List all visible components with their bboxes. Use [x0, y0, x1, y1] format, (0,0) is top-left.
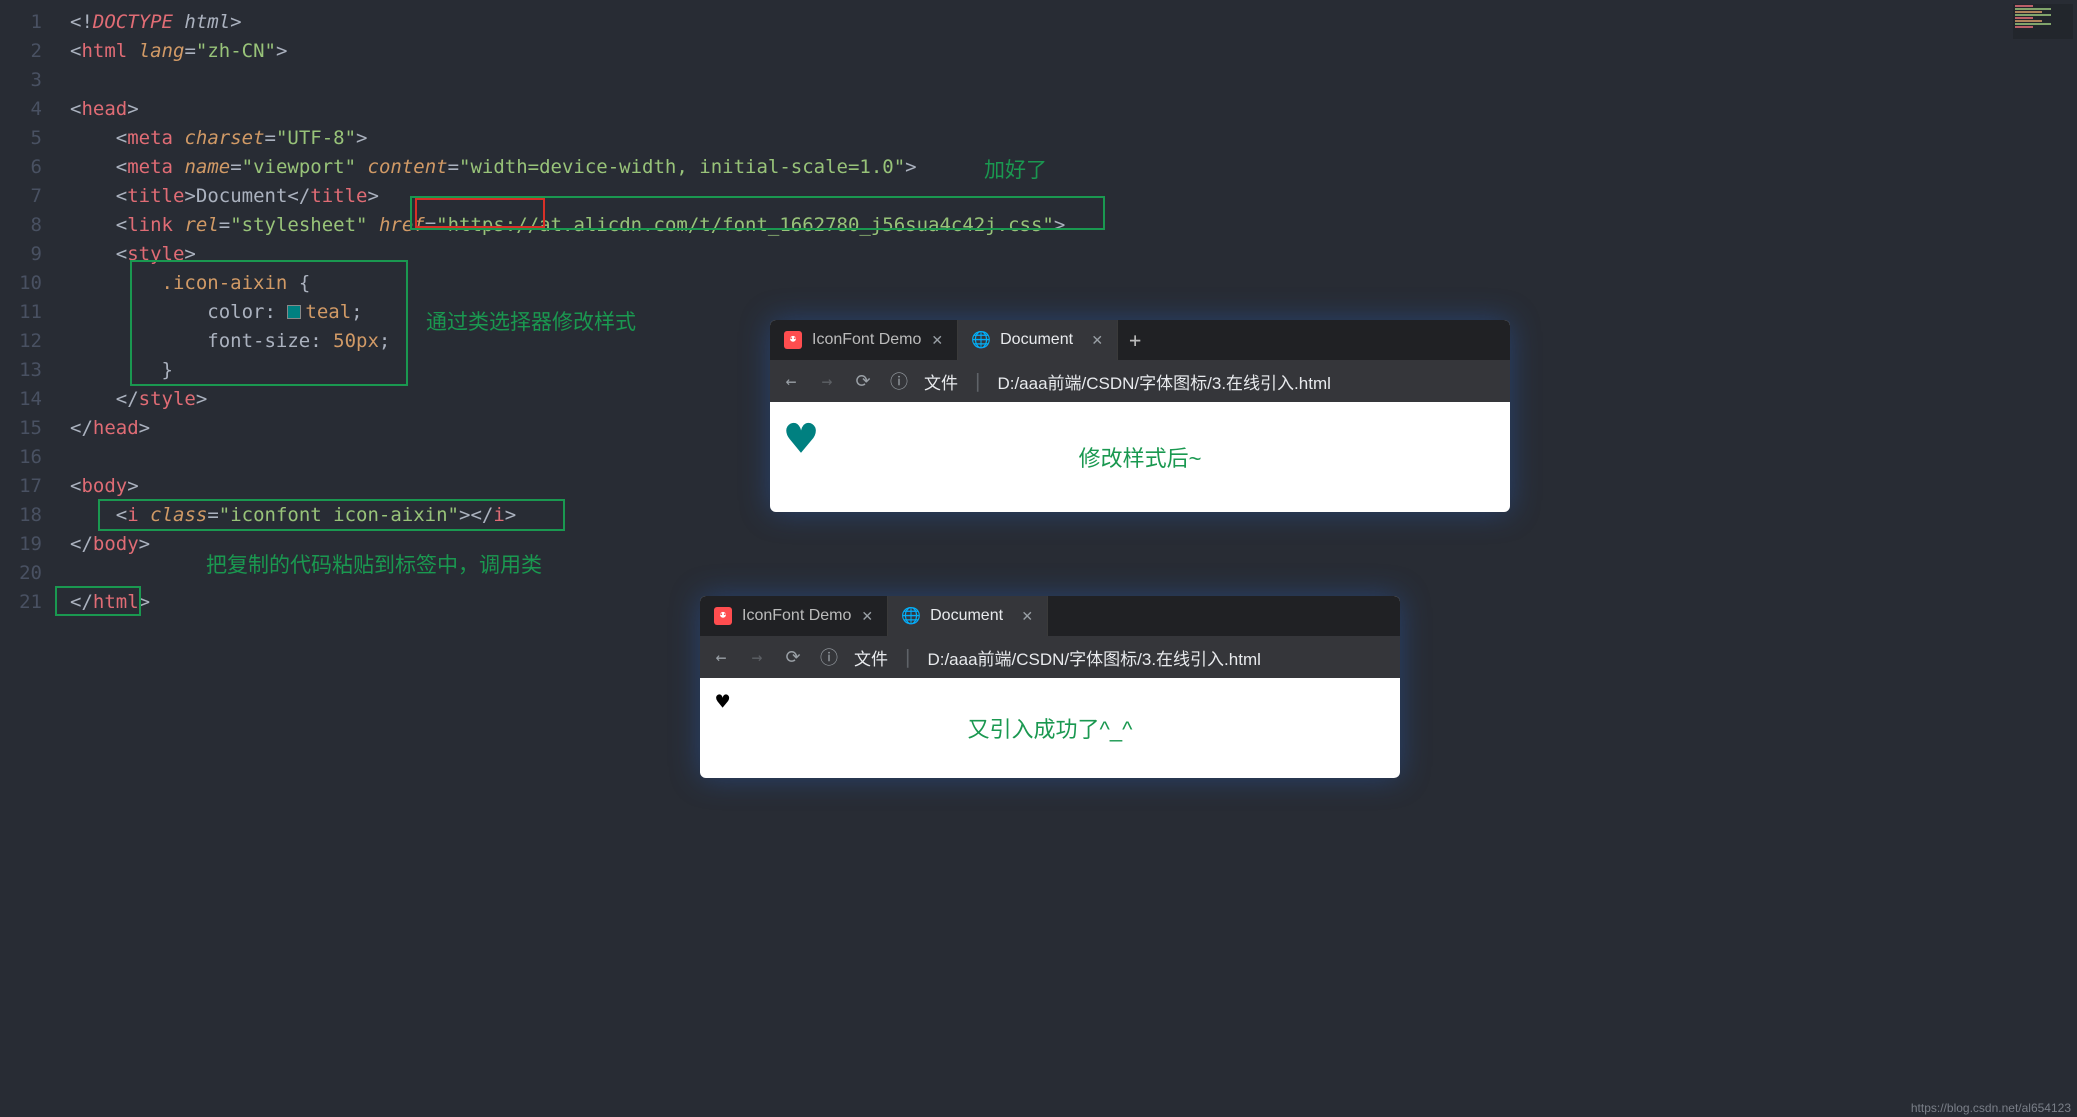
- code-area[interactable]: <!DOCTYPE html> <html lang="zh-CN"> <hea…: [60, 0, 2077, 1117]
- close-icon[interactable]: ✕: [1091, 332, 1103, 349]
- forward-icon[interactable]: →: [816, 371, 838, 392]
- back-icon[interactable]: ←: [710, 647, 732, 668]
- annotation-added: 加好了: [984, 154, 1047, 184]
- code-editor: 1 2 3 4 5 6 7 8 9 10 11 12 13 14 15 16 1…: [0, 0, 2077, 1117]
- browser-preview-default: IconFont Demo ✕ 🌐 Document ✕ ← → ⟳ ⓘ 文件 …: [700, 596, 1400, 778]
- minimap[interactable]: [2013, 4, 2073, 39]
- forward-icon[interactable]: →: [746, 647, 768, 668]
- info-icon[interactable]: ⓘ: [818, 644, 840, 670]
- watermark: https://blog.csdn.net/al654123: [1911, 1101, 2071, 1115]
- globe-icon: 🌐: [972, 331, 990, 349]
- browser-tab-document[interactable]: 🌐 Document ✕: [958, 320, 1118, 360]
- info-icon[interactable]: ⓘ: [888, 368, 910, 394]
- tab-label: IconFont Demo: [742, 607, 851, 625]
- tab-label: Document: [930, 607, 1003, 625]
- page-caption: 修改样式后~: [1079, 441, 1202, 473]
- browser-tab-iconfont[interactable]: IconFont Demo ✕: [770, 320, 958, 360]
- browser-address-bar: ← → ⟳ ⓘ 文件 | D:/aaa前端/CSDN/字体图标/3.在线引入.h…: [700, 636, 1400, 678]
- color-swatch-teal: [287, 305, 301, 319]
- browser-preview-styled: IconFont Demo ✕ 🌐 Document ✕ + ← → ⟳ ⓘ 文…: [770, 320, 1510, 512]
- iconfont-favicon: [714, 607, 732, 625]
- reload-icon[interactable]: ⟳: [782, 647, 804, 668]
- page-body: ♥ 修改样式后~: [770, 402, 1510, 512]
- browser-tabbar: IconFont Demo ✕ 🌐 Document ✕: [700, 596, 1400, 636]
- url-scheme-label: 文件: [924, 369, 958, 394]
- iconfont-favicon: [784, 331, 802, 349]
- tab-label: Document: [1000, 331, 1073, 349]
- url-path[interactable]: D:/aaa前端/CSDN/字体图标/3.在线引入.html: [927, 645, 1260, 670]
- close-icon[interactable]: ✕: [931, 332, 943, 349]
- browser-tabbar: IconFont Demo ✕ 🌐 Document ✕ +: [770, 320, 1510, 360]
- browser-tab-document[interactable]: 🌐 Document ✕: [888, 596, 1048, 636]
- new-tab-button[interactable]: +: [1118, 320, 1152, 360]
- tab-label: IconFont Demo: [812, 331, 921, 349]
- browser-address-bar: ← → ⟳ ⓘ 文件 | D:/aaa前端/CSDN/字体图标/3.在线引入.h…: [770, 360, 1510, 402]
- url-path[interactable]: D:/aaa前端/CSDN/字体图标/3.在线引入.html: [997, 369, 1330, 394]
- annotation-paste-code: 把复制的代码粘贴到标签中，调用类: [206, 549, 542, 579]
- globe-icon: 🌐: [902, 607, 920, 625]
- page-caption: 又引入成功了^_^: [968, 712, 1133, 744]
- annotation-css-selector: 通过类选择器修改样式: [426, 306, 636, 336]
- page-body: ♥ 又引入成功了^_^: [700, 678, 1400, 778]
- heart-icon: ♥: [786, 410, 816, 468]
- close-icon[interactable]: ✕: [861, 608, 873, 625]
- url-scheme-label: 文件: [854, 645, 888, 670]
- close-icon[interactable]: ✕: [1021, 608, 1033, 625]
- reload-icon[interactable]: ⟳: [852, 371, 874, 392]
- browser-tab-iconfont[interactable]: IconFont Demo ✕: [700, 596, 888, 636]
- line-number-gutter: 1 2 3 4 5 6 7 8 9 10 11 12 13 14 15 16 1…: [0, 0, 60, 1117]
- heart-icon: ♥: [716, 690, 729, 715]
- back-icon[interactable]: ←: [780, 371, 802, 392]
